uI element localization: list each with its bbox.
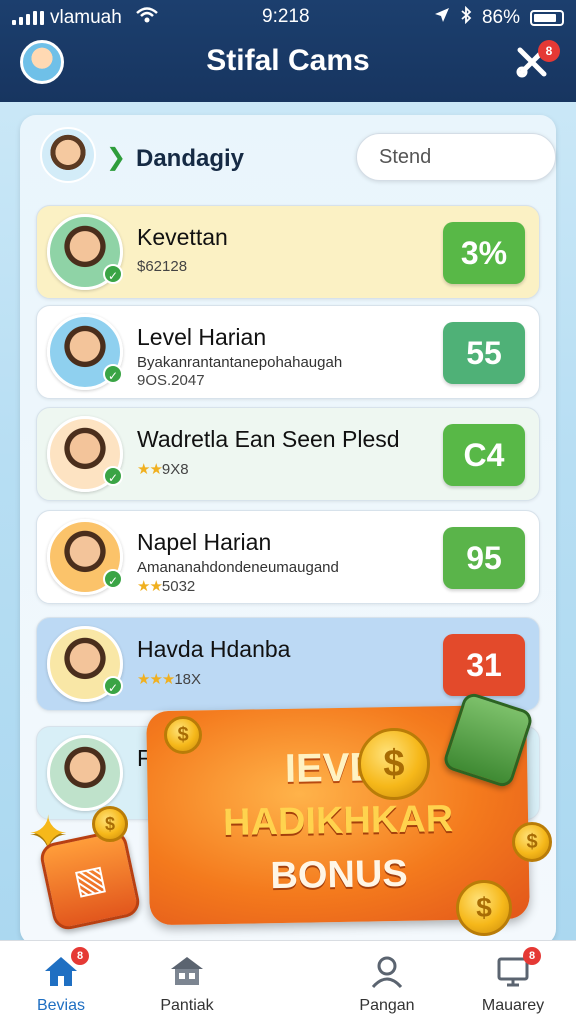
score-badge[interactable]: 31 [443,634,525,696]
score-badge[interactable]: C4 [443,424,525,486]
card-title: Kevettan [137,224,228,250]
coin-icon: $ [164,716,202,754]
card-meta: $62128 [137,258,187,275]
bonus-line-2: HADIKHKAR [222,797,454,845]
check-icon: ✓ [103,569,123,589]
score-badge[interactable]: 95 [443,527,525,589]
coin-icon: $ [456,880,512,936]
stars-icon: ★★ [137,578,163,595]
bottom-nav: 8 Bevias Pantiak Pangan 8 Mauarey [0,940,576,1024]
card-meta: ★★5032 [137,577,195,595]
user-avatar[interactable] [40,127,96,183]
card-meta: 9OS.2047 [137,372,205,389]
nav-item-monitor[interactable]: 8 Mauarey [458,947,568,1015]
home-icon: 8 [41,947,89,991]
nav-item-home[interactable]: 8 Bevias [6,947,116,1015]
monitor-badge: 8 [523,947,541,965]
list-item[interactable]: ✓ Napel Harian Amananahdondeneumaugand ★★50… [36,510,540,604]
stars-icon: ★★ [137,461,163,478]
card-title: Wadretla Ean Seen Plesd [137,426,400,452]
score-badge[interactable]: 55 [443,322,525,384]
nav-label-profile: Pangan [359,997,415,1014]
list-item[interactable]: ✓ Wadretla Ean Seen Plesd ★★9X8 C4 [36,407,540,501]
user-name: Dandagiy [136,145,245,172]
chevron-right-icon: ❯ [106,144,127,171]
check-icon: ✓ [103,676,123,696]
notification-badge: 8 [538,40,560,62]
user-row: ❯ Dandagiy [36,125,556,189]
battery-percent: 86% [481,7,520,28]
profile-icon [367,951,407,991]
search-input[interactable] [356,133,556,181]
location-icon [434,7,450,29]
nav-label-shop: Pantiak [160,997,214,1014]
status-bar: vlamuah 9:218 86% [0,5,576,30]
check-icon: ✓ [103,264,123,284]
player-avatar [47,735,123,811]
coin-icon: $ [358,728,430,800]
card-title: Havda Hdanba [137,636,291,662]
list-item[interactable]: ✓ Kevettan $62128 3% [36,205,540,299]
card-meta-value: $62128 [137,258,188,275]
bluetooth-icon [460,5,472,30]
card-meta-value: 9X8 [161,461,189,478]
nav-label-monitor: Mauarey [481,997,545,1014]
signal-icon [12,11,44,25]
battery-icon [530,10,564,26]
card-subtitle: Byakanrantantanepohahaugah [137,354,343,371]
app-header: vlamuah 9:218 86% Stifal Cams 8 [0,0,576,102]
monitor-icon: 8 [493,947,541,991]
shop-icon [167,951,207,991]
card-title: Level Harian [137,324,267,350]
coin-icon: $ [512,822,552,862]
check-icon: ✓ [103,466,123,486]
check-icon: ✓ [103,364,123,384]
page-title: Stifal Cams [206,44,370,77]
score-badge[interactable]: 3% [443,222,525,284]
card-meta-value: 5032 [161,578,196,595]
status-time: 9:218 [262,6,310,27]
coin-icon: $ [92,806,128,842]
nav-item-shop[interactable]: Pantiak [132,951,242,1015]
card-meta: ★★9X8 [137,460,189,478]
card-meta: ★★★18X [137,670,201,688]
nav-item-profile[interactable]: Pangan [332,951,442,1015]
wifi-icon [135,6,158,30]
card-title: Napel Harian [137,529,272,555]
treasure-chest-icon: ▧ [37,827,143,933]
list-item[interactable]: ✓ Level Harian Byakanrantantanepohahaugah 9… [36,305,540,399]
stars-icon: ★★★ [137,671,175,688]
home-badge: 8 [71,947,89,965]
carrier-label: vlamuah [50,7,122,28]
card-meta-value: 9OS.2047 [137,372,205,389]
card-meta-value: 18X [174,671,202,688]
card-subtitle: Amananahdondeneumaugand [137,559,339,576]
nav-label-home: Bevias [36,997,86,1014]
